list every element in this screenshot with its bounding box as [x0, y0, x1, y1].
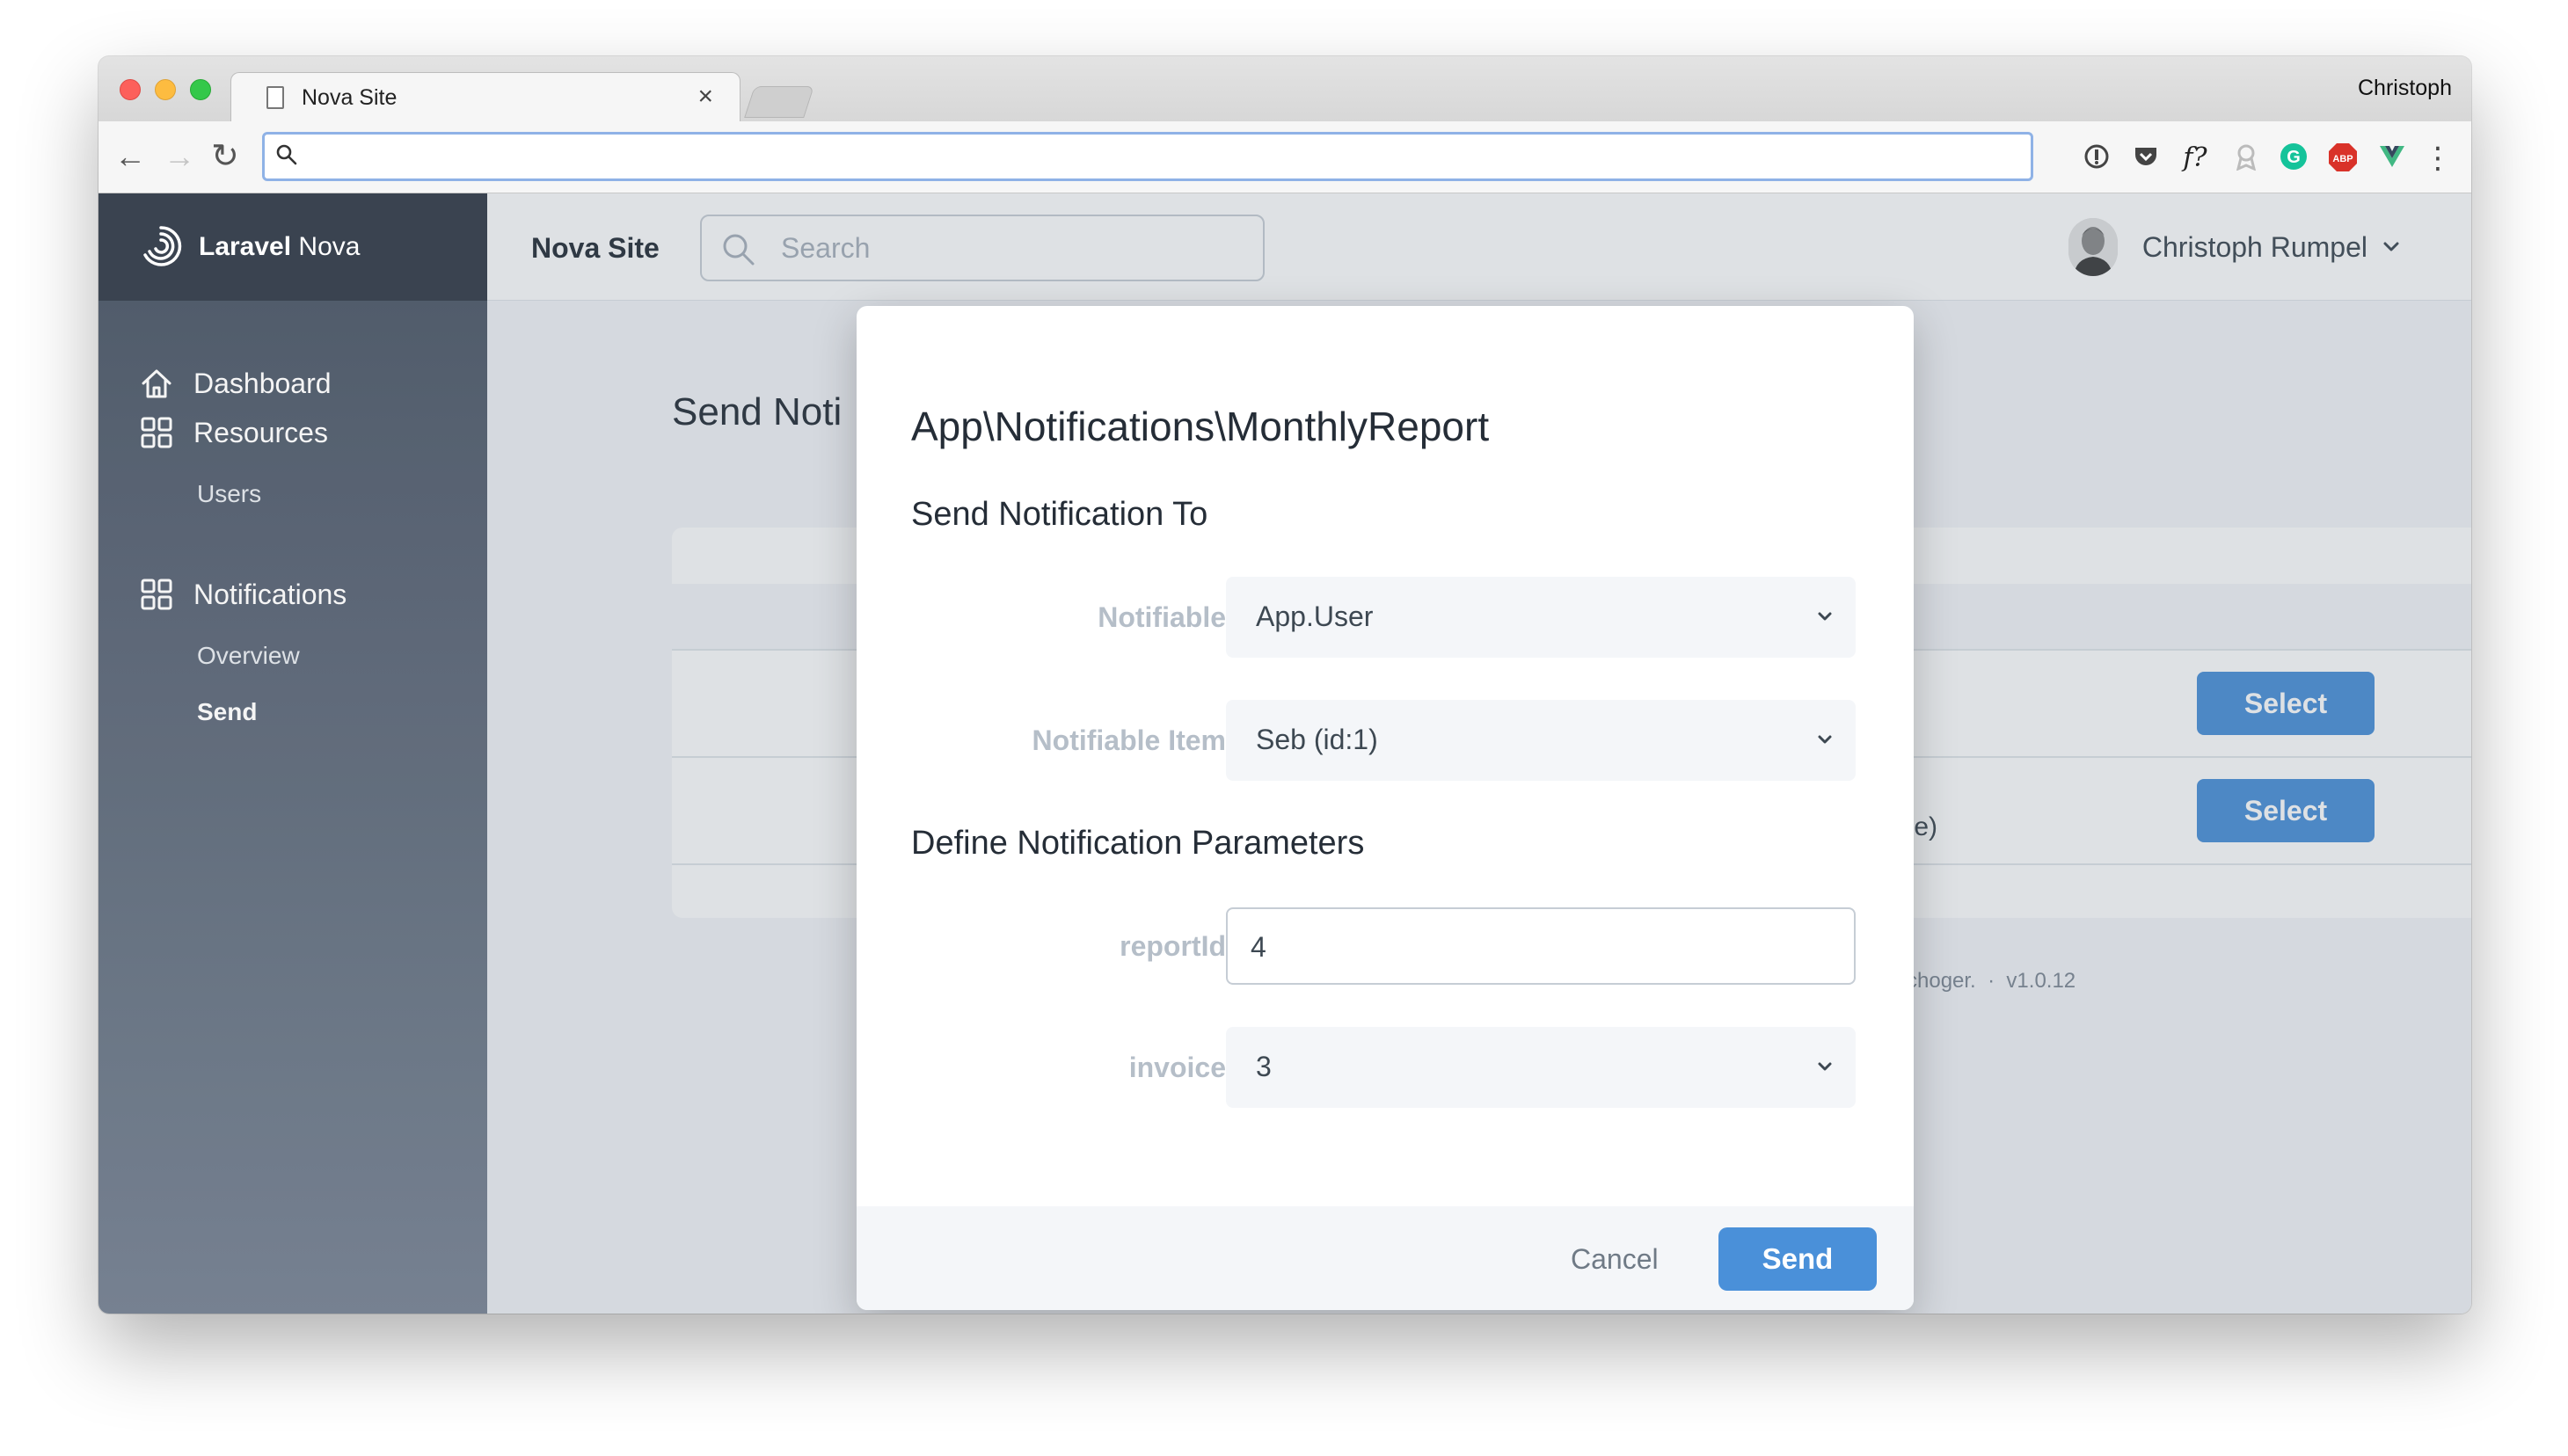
svg-text:ABP: ABP	[2332, 154, 2353, 164]
modal-footer: Cancel Send	[857, 1206, 1914, 1310]
address-bar[interactable]	[262, 132, 2033, 181]
minimize-window-button[interactable]	[155, 79, 176, 100]
password-manager-icon[interactable]	[2081, 142, 2112, 174]
brand-name: Laravel Nova	[199, 232, 361, 261]
nova-logo-icon	[143, 226, 182, 266]
browser-toolbar: ← → ↻ f? G ABP ⋮	[98, 121, 2471, 193]
more-menu-icon[interactable]: ⋮	[2422, 142, 2454, 174]
notifiable-item-value: Seb (id:1)	[1256, 724, 1378, 755]
tab-strip: Nova Site × Christoph	[98, 56, 2471, 123]
vue-devtools-icon[interactable]	[2376, 142, 2408, 174]
brand-bar: Laravel Nova	[98, 193, 487, 301]
invoice-select[interactable]: 3	[1226, 1027, 1856, 1108]
notifiable-item-select[interactable]: Seb (id:1)	[1226, 700, 1856, 781]
sidebar-overlay	[98, 301, 487, 1314]
chevron-down-icon	[1818, 612, 1832, 621]
browser-tab[interactable]: Nova Site ×	[230, 72, 740, 123]
svg-text:G: G	[2287, 148, 2301, 167]
pocket-icon[interactable]	[2130, 142, 2162, 174]
section-title-send-to: Send Notification To	[911, 496, 1208, 533]
back-arrow-icon[interactable]: ←	[114, 139, 146, 174]
browser-window: Nova Site × Christoph ← → ↻ f? G ABP ⋮ L…	[98, 56, 2471, 1314]
modal-title: App\Notifications\MonthlyReport	[911, 404, 1490, 449]
font-finder-icon[interactable]: f?	[2179, 142, 2211, 174]
cancel-button[interactable]: Cancel	[1571, 1243, 1659, 1276]
grammarly-icon[interactable]: G	[2278, 142, 2309, 174]
search-icon	[276, 144, 297, 165]
invoice-value: 3	[1256, 1051, 1272, 1082]
sidebar: Laravel Nova Dashboard Resources Users N…	[98, 193, 487, 1314]
notifiable-item-label: Notifiable Item	[1032, 724, 1226, 756]
notifiable-label: Notifiable	[1098, 601, 1226, 633]
report-id-label: reportId	[1120, 930, 1226, 962]
tab-title: Nova Site	[302, 85, 398, 110]
invoice-label: invoice	[1128, 1052, 1226, 1083]
chevron-down-icon	[1818, 735, 1832, 744]
close-window-button[interactable]	[120, 79, 141, 100]
browser-profile-name[interactable]: Christoph	[2358, 76, 2452, 101]
section-title-parameters: Define Notification Parameters	[911, 825, 1365, 862]
page-icon	[266, 86, 284, 109]
send-notification-modal: App\Notifications\MonthlyReport Send Not…	[857, 306, 1914, 1310]
screen: Nova Site × Christoph ← → ↻ f? G ABP ⋮ L…	[0, 0, 2568, 1456]
reload-icon[interactable]: ↻	[211, 139, 239, 174]
tab-close-icon[interactable]: ×	[697, 82, 713, 112]
report-id-input[interactable]: 4	[1226, 907, 1856, 985]
send-button[interactable]: Send	[1718, 1227, 1877, 1291]
notifiable-select[interactable]: App.User	[1226, 577, 1856, 658]
chevron-down-icon	[1818, 1062, 1832, 1071]
forward-arrow-icon[interactable]: →	[164, 139, 195, 174]
adblock-icon[interactable]: ABP	[2327, 142, 2359, 174]
maximize-window-button[interactable]	[190, 79, 211, 100]
notifiable-value: App.User	[1256, 601, 1374, 632]
ribbon-icon[interactable]	[2230, 142, 2262, 174]
report-id-value: 4	[1251, 931, 1266, 963]
new-tab-button[interactable]	[744, 86, 814, 118]
